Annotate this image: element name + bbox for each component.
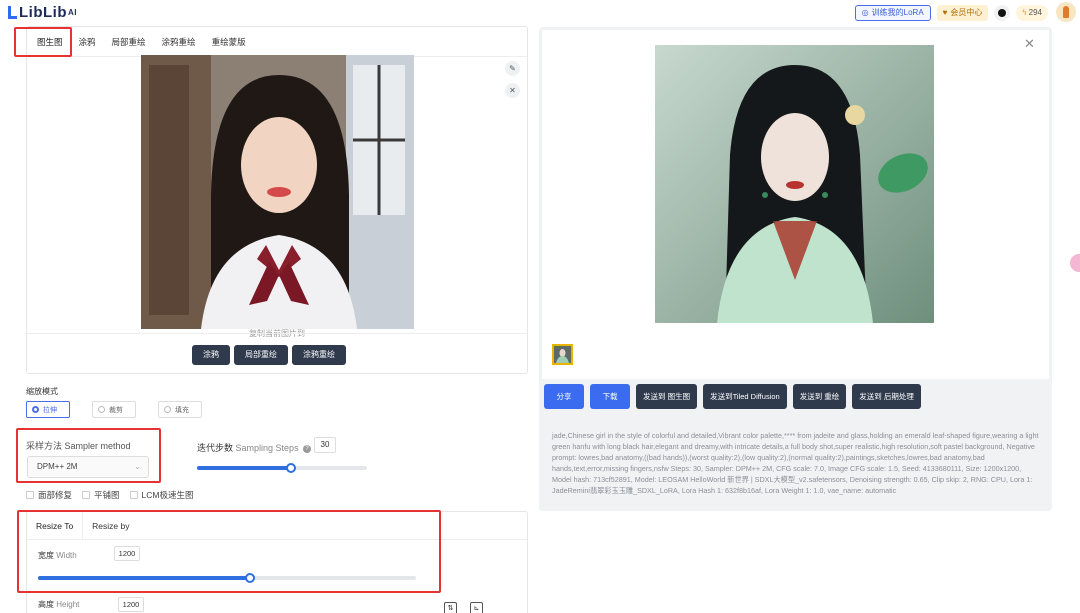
logo-text: LibLib xyxy=(19,4,67,21)
height-input[interactable]: 1200 xyxy=(118,597,144,612)
aspect-icon[interactable]: ⊾ xyxy=(470,602,483,613)
input-image[interactable] xyxy=(141,55,414,329)
radio-icon xyxy=(32,406,39,413)
steps-slider-handle[interactable] xyxy=(285,463,296,473)
img2img-editor: 图生图 涂鸦 局部重绘 涂鸦重绘 重绘蒙版 ✎ ✕ 复制当前图片到 涂鸦 xyxy=(26,26,528,374)
send-to-extras-button[interactable]: 发送到 后期处理 xyxy=(852,384,921,409)
copy-to-sketch-button[interactable]: 涂鸦 xyxy=(192,345,230,365)
download-button[interactable]: 下载 xyxy=(590,384,630,409)
output-image[interactable] xyxy=(655,45,934,323)
close-icon[interactable]: ✕ xyxy=(1024,36,1035,52)
highlight-img2img-tab xyxy=(14,27,72,57)
generation-options: 面部修复 平铺图 LCM极速生图 xyxy=(26,489,193,501)
target-icon: ◎ xyxy=(861,8,869,17)
copy-to-inpaint-button[interactable]: 局部重绘 xyxy=(234,345,288,365)
train-lora-label: 训练我的LoRA xyxy=(871,8,924,17)
close-icon[interactable]: ✕ xyxy=(505,83,520,98)
output-gallery: ✕ xyxy=(542,30,1049,379)
notification-icon[interactable] xyxy=(994,5,1011,21)
divider xyxy=(27,333,527,334)
copy-to-inpaint-sketch-button[interactable]: 涂鸦重绘 xyxy=(292,345,346,365)
steps-slider-fill xyxy=(197,466,291,470)
copy-to-buttons: 涂鸦 局部重绘 涂鸦重绘 xyxy=(192,345,346,365)
side-float-tab[interactable] xyxy=(1070,254,1080,272)
scale-mode-crop-label: 裁剪 xyxy=(109,406,123,414)
scale-mode-label: 缩放模式 xyxy=(26,387,58,396)
radio-icon xyxy=(98,406,105,413)
editor-tabs: 图生图 涂鸦 局部重绘 涂鸦重绘 重绘蒙版 xyxy=(27,27,527,57)
member-center-button[interactable]: ♥ 会员中心 xyxy=(936,5,989,21)
checkbox-icon xyxy=(26,491,34,499)
scale-mode-stretch-label: 拉伸 xyxy=(43,406,57,414)
header-actions: ◎ 训练我的LoRA ♥ 会员中心 ϟ 294 xyxy=(854,5,1048,21)
output-panel: ✕ 分享 下载 发送到 图生图 发送到Tiled Diffusion 发送到 重… xyxy=(539,27,1052,511)
steps-input[interactable]: 30 xyxy=(314,437,336,453)
highlight-sampler xyxy=(16,428,161,483)
face-restore-label: 面部修复 xyxy=(38,490,73,500)
points-value: 294 xyxy=(1028,8,1042,17)
checkbox-icon xyxy=(82,491,91,499)
tab-inpaint-mask[interactable]: 重绘蒙版 xyxy=(212,32,246,52)
top-bar: LibLib AI ◎ 训练我的LoRA ♥ 会员中心 ϟ 294 xyxy=(0,0,1080,26)
send-to-tiled-diffusion-button[interactable]: 发送到Tiled Diffusion xyxy=(703,384,787,409)
share-button[interactable]: 分享 xyxy=(544,384,584,409)
logo-mark xyxy=(8,6,17,19)
steps-slider[interactable] xyxy=(197,463,367,473)
height-label-en: Height xyxy=(56,600,80,609)
checkbox-icon xyxy=(129,491,138,499)
tiling-checkbox[interactable]: 平铺图 xyxy=(82,489,120,501)
logo[interactable]: LibLib AI xyxy=(8,4,77,21)
edit-icon[interactable]: ✎ xyxy=(505,61,520,76)
scale-mode-fill-label: 填充 xyxy=(175,406,189,414)
scale-mode-fill[interactable]: 填充 xyxy=(158,401,202,418)
points-badge[interactable]: ϟ 294 xyxy=(1016,5,1048,21)
lcm-label: LCM极速生图 xyxy=(141,490,194,500)
generation-info: jade,Chinese girl in the style of colorf… xyxy=(552,431,1039,495)
output-actions: 分享 下载 发送到 图生图 发送到Tiled Diffusion 发送到 重绘 … xyxy=(544,384,921,409)
input-image-drawing xyxy=(141,55,414,329)
help-icon[interactable]: ? xyxy=(303,444,312,453)
lightning-icon: ϟ xyxy=(1022,8,1027,17)
height-label: 高度 Height xyxy=(38,599,79,610)
swap-icon[interactable]: ⇅ xyxy=(444,602,457,613)
member-center-label: 会员中心 xyxy=(950,8,983,17)
output-thumbnail[interactable] xyxy=(552,344,573,365)
face-restore-checkbox[interactable]: 面部修复 xyxy=(26,489,72,501)
height-label-cn: 高度 xyxy=(38,600,54,609)
send-to-inpaint-button[interactable]: 发送到 重绘 xyxy=(792,384,847,409)
heart-icon: ♥ xyxy=(942,8,948,17)
highlight-resize xyxy=(17,510,441,593)
scale-mode-crop[interactable]: 裁剪 xyxy=(92,401,136,418)
avatar[interactable] xyxy=(1056,2,1076,22)
steps-label-en: Sampling Steps xyxy=(235,443,299,453)
tab-inpaint-sketch[interactable]: 涂鸦重绘 xyxy=(162,32,196,52)
scale-mode-stretch[interactable]: 拉伸 xyxy=(26,401,70,418)
steps-label: 迭代步数 Sampling Steps ? xyxy=(197,441,312,454)
lcm-checkbox[interactable]: LCM极速生图 xyxy=(129,489,194,501)
tab-sketch[interactable]: 涂鸦 xyxy=(79,32,96,52)
tab-inpaint[interactable]: 局部重绘 xyxy=(112,32,146,52)
train-lora-button[interactable]: ◎ 训练我的LoRA xyxy=(854,5,931,21)
radio-icon xyxy=(164,406,171,413)
tiling-label: 平铺图 xyxy=(94,490,120,500)
thumbnail-drawing xyxy=(554,346,571,363)
logo-sup: AI xyxy=(68,8,77,17)
scale-mode-options: 拉伸 裁剪 填充 xyxy=(26,401,202,418)
output-image-drawing xyxy=(655,45,934,323)
steps-label-cn: 迭代步数 xyxy=(197,443,234,453)
send-to-img2img-button[interactable]: 发送到 图生图 xyxy=(636,384,698,409)
